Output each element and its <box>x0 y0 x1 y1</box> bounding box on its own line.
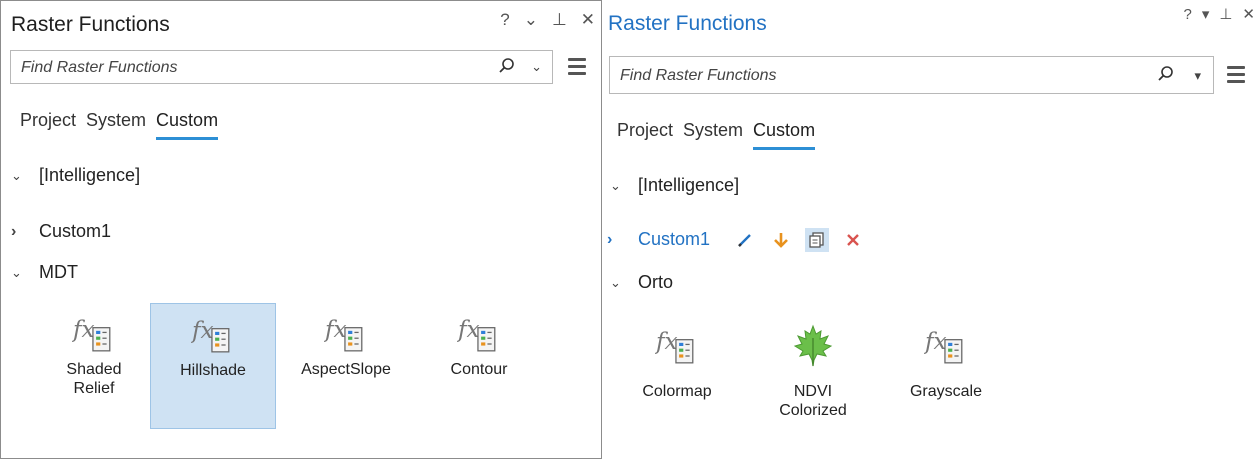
raster-functions-panel-left: Raster Functions ? ⌄ ⊥ ✕ ⌄ Project Syste… <box>0 0 602 459</box>
group-label: Custom1 <box>39 221 112 241</box>
options-dropdown-icon[interactable]: ▾ <box>1202 5 1210 23</box>
tile-label: Hillshade <box>180 362 246 379</box>
hamburger-menu-icon[interactable] <box>568 58 586 79</box>
group-intelligence[interactable]: ⌄ [Intelligence] <box>610 175 739 196</box>
panel-title: Raster Functions <box>11 13 170 36</box>
search-icon[interactable] <box>1157 65 1175 83</box>
leaf-icon <box>793 324 833 367</box>
group-custom1[interactable]: › Custom1 <box>11 221 111 242</box>
group-label: [Intelligence] <box>638 175 740 195</box>
options-dropdown-icon[interactable]: ⌄ <box>524 10 538 30</box>
group-mdt[interactable]: ⌄ MDT <box>11 262 78 283</box>
pin-icon[interactable]: ⊥ <box>1219 5 1232 23</box>
tab-custom[interactable]: Custom <box>156 110 219 140</box>
help-icon[interactable]: ? <box>1183 6 1191 23</box>
tile-label: NDVI Colorized <box>779 383 847 419</box>
tab-project[interactable]: Project <box>20 110 76 140</box>
chevron-down-icon: ⌄ <box>11 264 22 280</box>
close-icon[interactable]: ✕ <box>1242 5 1255 23</box>
tab-project[interactable]: Project <box>617 120 673 150</box>
function-tile-shaded-relief[interactable]: Shaded Relief <box>31 304 157 430</box>
delete-icon[interactable] <box>841 228 865 252</box>
group-label: Orto <box>638 272 674 292</box>
tile-label: Colormap <box>642 383 712 400</box>
raster-functions-panel-right: Raster Functions ? ▾ ⊥ ✕ ▾ Project Syste… <box>602 0 1259 459</box>
custom1-actions <box>733 228 865 252</box>
tab-system[interactable]: System <box>86 110 146 140</box>
panel-title: Raster Functions <box>608 12 767 35</box>
tile-label: Shaded Relief <box>66 361 122 397</box>
window-controls: ? ▾ ⊥ ✕ <box>1183 5 1255 24</box>
chevron-right-icon: › <box>11 222 17 240</box>
search-box: ⌄ <box>10 50 553 85</box>
fx-function-icon <box>72 316 111 352</box>
chevron-down-icon[interactable]: ▾ <box>1194 68 1201 84</box>
category-tabs: Project System Custom <box>617 120 816 150</box>
function-tile-hillshade[interactable]: Hillshade <box>150 303 276 429</box>
function-tile-ndvi-colorized[interactable]: NDVI Colorized <box>750 316 876 442</box>
chevron-right-icon: › <box>607 230 613 248</box>
group-label: Custom1 <box>638 229 711 249</box>
search-input[interactable] <box>19 51 402 85</box>
fx-function-icon <box>191 317 230 353</box>
group-orto[interactable]: ⌄ Orto <box>610 272 673 293</box>
fx-function-icon <box>924 328 963 364</box>
fx-function-icon <box>324 316 363 352</box>
tile-label: Contour <box>450 361 508 378</box>
help-icon[interactable]: ? <box>500 10 509 30</box>
group-intelligence[interactable]: ⌄ [Intelligence] <box>11 165 140 186</box>
chevron-down-icon: ⌄ <box>610 177 621 193</box>
search-input[interactable] <box>618 57 1045 95</box>
fx-function-icon <box>655 328 694 364</box>
hamburger-menu-icon[interactable] <box>1227 66 1245 87</box>
tab-system[interactable]: System <box>683 120 743 150</box>
copy-icon[interactable] <box>805 228 829 252</box>
function-tile-aspectslope[interactable]: AspectSlope <box>283 304 409 430</box>
chevron-down-icon: ⌄ <box>11 167 22 183</box>
function-tile-grayscale[interactable]: Grayscale <box>883 316 1009 442</box>
chevron-down-icon[interactable]: ⌄ <box>531 59 542 75</box>
group-label: MDT <box>39 262 78 282</box>
download-arrow-icon[interactable] <box>769 228 793 252</box>
fx-function-icon <box>457 316 496 352</box>
chevron-down-icon: ⌄ <box>610 274 621 290</box>
group-label: [Intelligence] <box>39 165 141 185</box>
pencil-icon[interactable] <box>733 228 757 252</box>
tile-label: AspectSlope <box>301 361 391 378</box>
window-controls: ? ⌄ ⊥ ✕ <box>500 10 595 30</box>
search-box: ▾ <box>609 56 1214 95</box>
close-icon[interactable]: ✕ <box>581 10 595 30</box>
category-tabs: Project System Custom <box>20 110 219 140</box>
function-tile-colormap[interactable]: Colormap <box>614 316 740 442</box>
group-custom1[interactable]: › Custom1 <box>607 229 710 250</box>
pin-icon[interactable]: ⊥ <box>552 10 567 30</box>
function-tile-contour[interactable]: Contour <box>416 304 542 430</box>
search-icon[interactable] <box>498 57 516 75</box>
tab-custom[interactable]: Custom <box>753 120 816 150</box>
tile-label: Grayscale <box>909 383 983 400</box>
